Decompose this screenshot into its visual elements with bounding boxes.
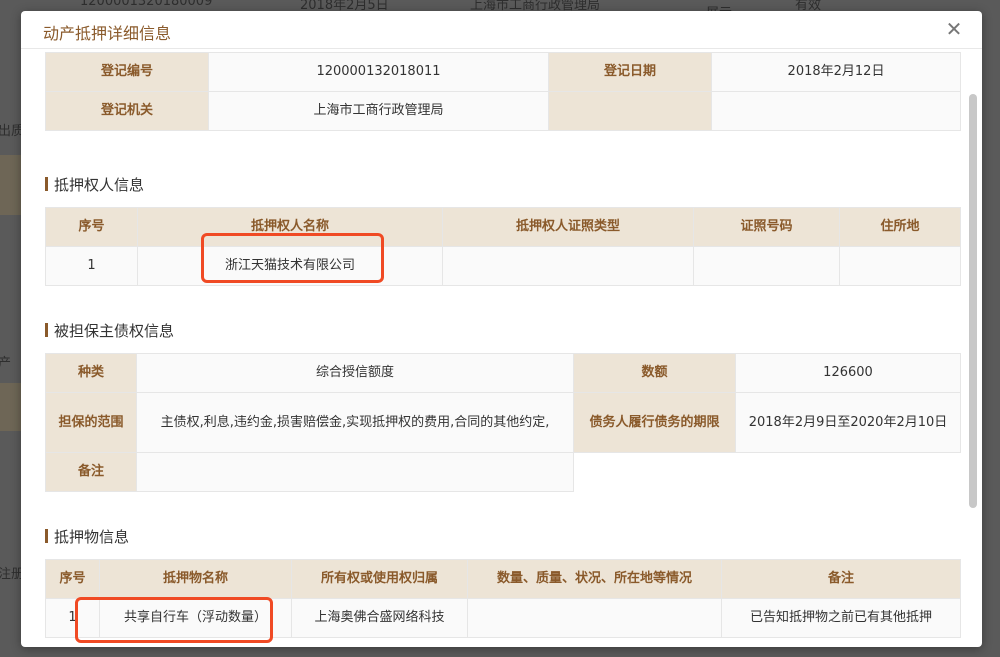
mortgagee-license-number [693, 246, 840, 286]
debt-amount-label: 数额 [573, 353, 736, 393]
section-bar-icon [45, 529, 48, 543]
section-bar-icon [45, 177, 48, 191]
column-header: 备注 [721, 559, 961, 599]
registration-number-label: 登记编号 [45, 52, 209, 92]
modal-body[interactable]: 登记编号 120000132018011 登记日期 2018年2月12日 登记机… [21, 49, 982, 647]
empty-label-cell [548, 91, 712, 131]
column-header: 序号 [45, 559, 100, 599]
registration-authority-label: 登记机关 [45, 91, 209, 131]
debt-term-value: 2018年2月9日至2020年2月10日 [735, 392, 961, 453]
modal-header: 动产抵押详细信息 ✕ [21, 11, 982, 49]
table-row: 1 浙江天猫技术有限公司 [45, 246, 961, 286]
modal-title: 动产抵押详细信息 [43, 24, 172, 43]
empty-value-cell [711, 91, 961, 131]
column-header: 所有权或使用权归属 [291, 559, 468, 599]
bg-text: 1200001320180009 [80, 0, 213, 9]
empty-cell [573, 452, 736, 492]
column-header: 住所地 [839, 207, 961, 247]
collateral-remark: 已告知抵押物之前已有其他抵押 [721, 598, 961, 638]
debt-type-label: 种类 [45, 353, 137, 393]
guarantee-scope-value: 主债权,利息,违约金,损害赔偿金,实现抵押权的费用,合同的其他约定, [136, 392, 574, 453]
mortgagee-address [839, 246, 961, 286]
column-header: 抵押权人证照类型 [442, 207, 694, 247]
guarantee-scope-label: 担保的范围 [45, 392, 137, 453]
collateral-ownership: 上海奥佛合盛网络科技 [291, 598, 468, 638]
mortgage-detail-modal: 动产抵押详细信息 ✕ 登记编号 120000132018011 登记日期 201… [21, 11, 982, 647]
section-bar-icon [45, 323, 48, 337]
bg-text: 产 [0, 356, 12, 371]
registration-date-value: 2018年2月12日 [711, 52, 961, 92]
remark-label: 备注 [45, 452, 137, 492]
bg-band [0, 155, 22, 215]
highlight-box-mortgagee [201, 233, 384, 283]
empty-cell [735, 452, 961, 492]
collateral-condition [467, 598, 722, 638]
scrollbar[interactable] [969, 94, 977, 508]
column-header: 数量、质量、状况、所在地等情况 [467, 559, 722, 599]
column-header: 序号 [45, 207, 138, 247]
row-index: 1 [45, 246, 138, 286]
registration-table: 登记编号 120000132018011 登记日期 2018年2月12日 登记机… [45, 52, 961, 131]
highlight-box-collateral [75, 597, 273, 643]
registration-authority-value: 上海市工商行政管理局 [208, 91, 549, 131]
mortgagee-section-title: 抵押权人信息 [45, 174, 144, 195]
secured-debt-table: 种类 综合授信额度 数额 126600 担保的范围 主债权,利息,违约金,损害赔… [45, 353, 961, 492]
debt-term-label: 债务人履行债务的期限 [573, 392, 736, 453]
registration-date-label: 登记日期 [548, 52, 712, 92]
column-header: 抵押物名称 [99, 559, 292, 599]
debt-amount-value: 126600 [735, 353, 961, 393]
mortgagee-license-type [442, 246, 694, 286]
remark-value [136, 452, 574, 492]
bg-band [0, 383, 22, 431]
mortgagee-table: 序号 抵押权人名称 抵押权人证照类型 证照号码 住所地 1 浙江天猫技术有限公司 [45, 207, 961, 286]
registration-number-value: 120000132018011 [208, 52, 549, 92]
close-icon[interactable]: ✕ [944, 19, 964, 39]
secured-debt-section-title: 被担保主债权信息 [45, 320, 174, 341]
debt-type-value: 综合授信额度 [136, 353, 574, 393]
column-header: 证照号码 [693, 207, 840, 247]
collateral-section-title: 抵押物信息 [45, 526, 129, 547]
